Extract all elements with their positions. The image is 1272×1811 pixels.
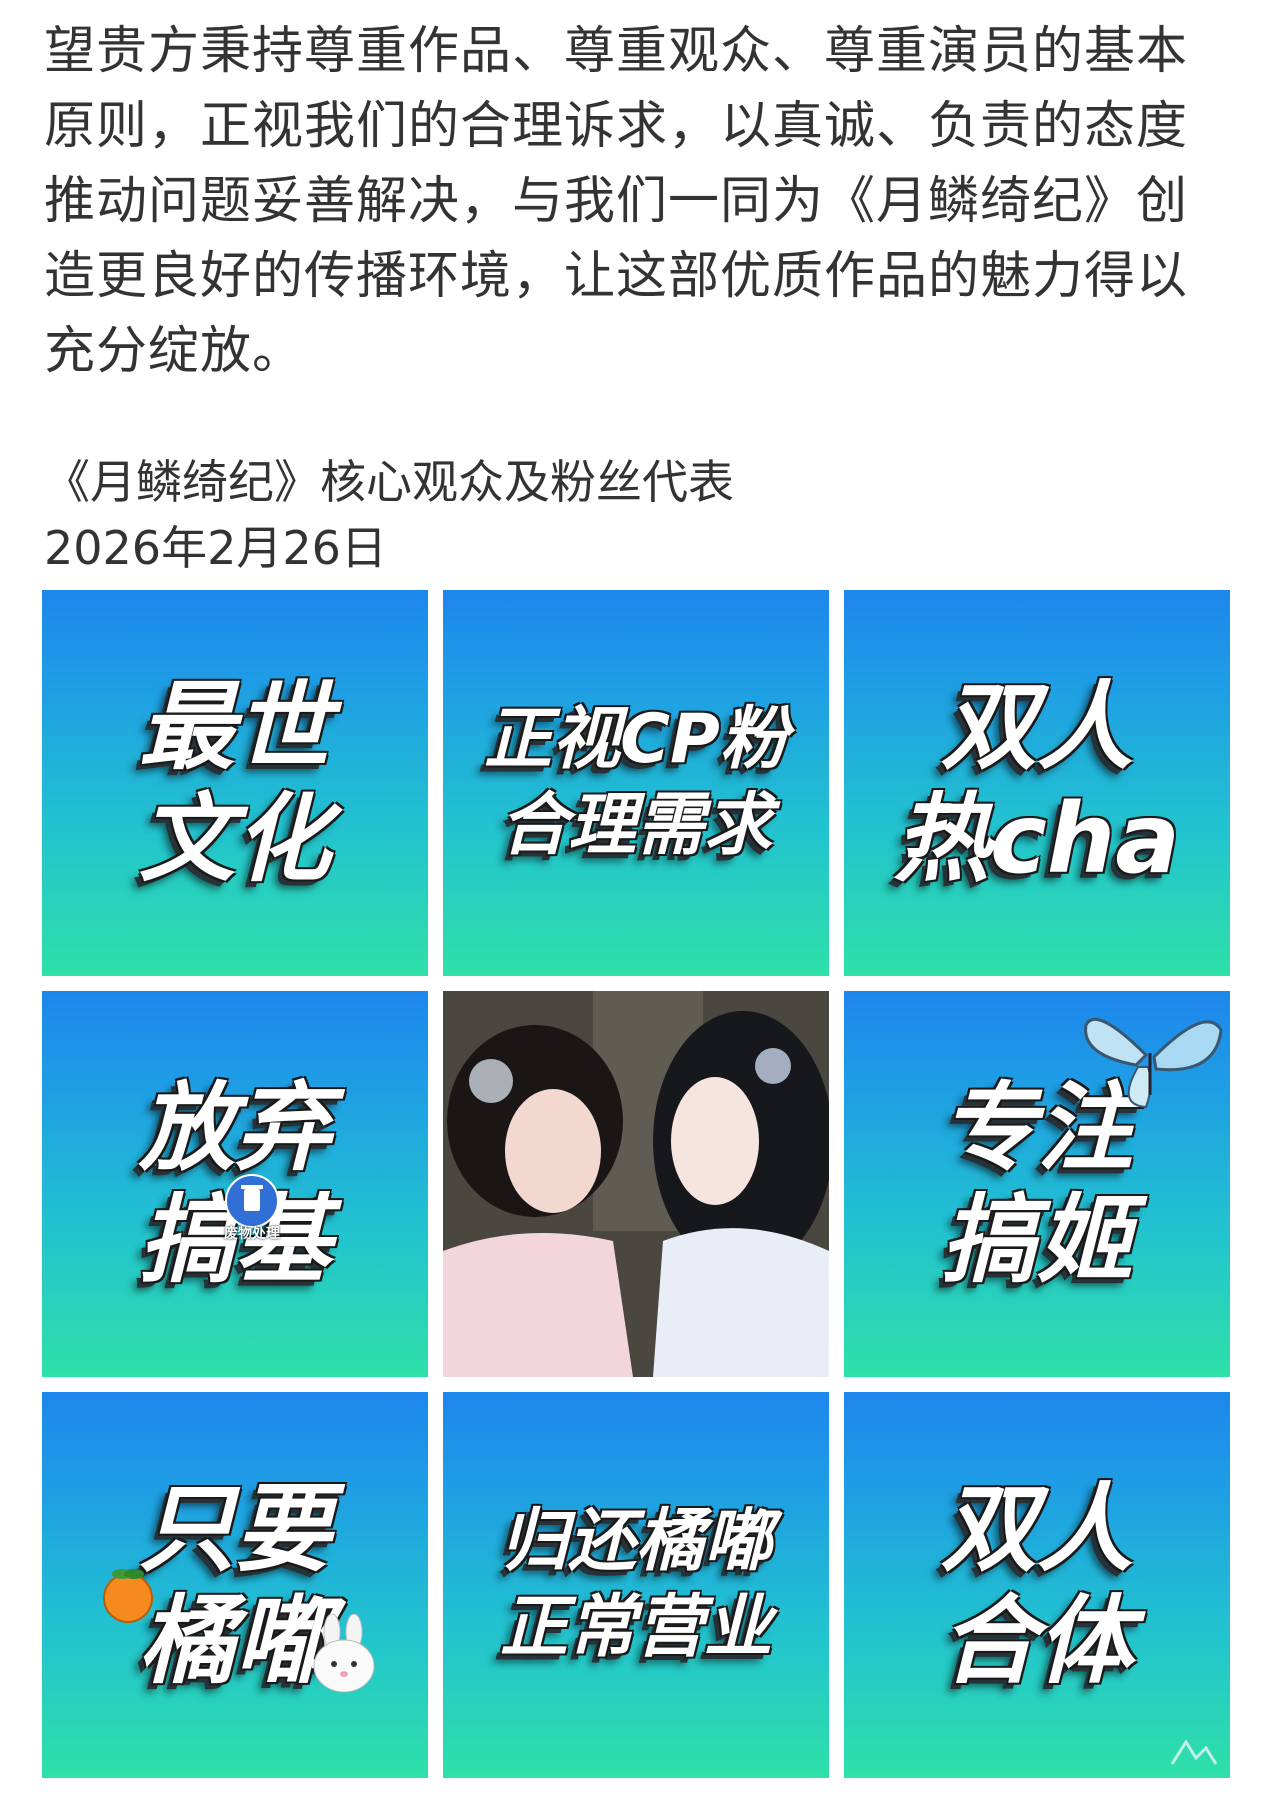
post-date: 2026年2月26日 — [44, 521, 387, 575]
tile-text: 只要 橘嘟 — [139, 1473, 331, 1697]
grid-image-7[interactable]: 只要 橘嘟 — [42, 1392, 428, 1778]
grid-image-8[interactable]: 归还橘嘟 正常营业 — [443, 1392, 829, 1778]
grid-image-5-photo[interactable] — [443, 991, 829, 1377]
image-grid: 最世 文化 正视CP粉 合理需求 双人 热cha 放弃 搞基 废物处理 专注 搞… — [42, 590, 1230, 1778]
signature-block: 《月鳞绮纪》核心观众及粉丝代表 2026年2月26日 — [44, 449, 1224, 581]
rabbit-icon — [308, 1613, 380, 1694]
tile-text: 双人 合体 — [941, 1473, 1133, 1697]
watermark-icon — [1166, 1736, 1222, 1772]
butterfly-icon — [1076, 995, 1226, 1115]
post-body: 望贵方秉持尊重作品、尊重观众、尊重演员的基本原则，正视我们的合理诉求，以真诚、负… — [44, 14, 1224, 581]
grid-image-1[interactable]: 最世 文化 — [42, 590, 428, 976]
grid-image-4[interactable]: 放弃 搞基 废物处理 — [42, 991, 428, 1377]
post-paragraph: 望贵方秉持尊重作品、尊重观众、尊重演员的基本原则，正视我们的合理诉求，以真诚、负… — [44, 22, 1189, 381]
grid-image-9[interactable]: 双人 合体 — [844, 1392, 1230, 1778]
tile-text: 双人 热cha — [893, 671, 1181, 895]
signature-text: 《月鳞绮纪》核心观众及粉丝代表 — [44, 455, 734, 509]
tile-text: 最世 文化 — [139, 671, 331, 895]
orange-icon — [100, 1564, 156, 1624]
tile-text: 正视CP粉 合理需求 — [484, 700, 788, 865]
photo-illustration — [443, 991, 829, 1377]
grid-image-3[interactable]: 双人 热cha — [844, 590, 1230, 976]
recycle-bin-sticker-icon: 废物处理 — [214, 1167, 290, 1243]
tile-text: 归还橘嘟 正常营业 — [499, 1502, 772, 1667]
grid-image-2[interactable]: 正视CP粉 合理需求 — [443, 590, 829, 976]
grid-image-6[interactable]: 专注 搞姬 — [844, 991, 1230, 1377]
sticker-label: 废物处理 — [224, 1226, 280, 1242]
